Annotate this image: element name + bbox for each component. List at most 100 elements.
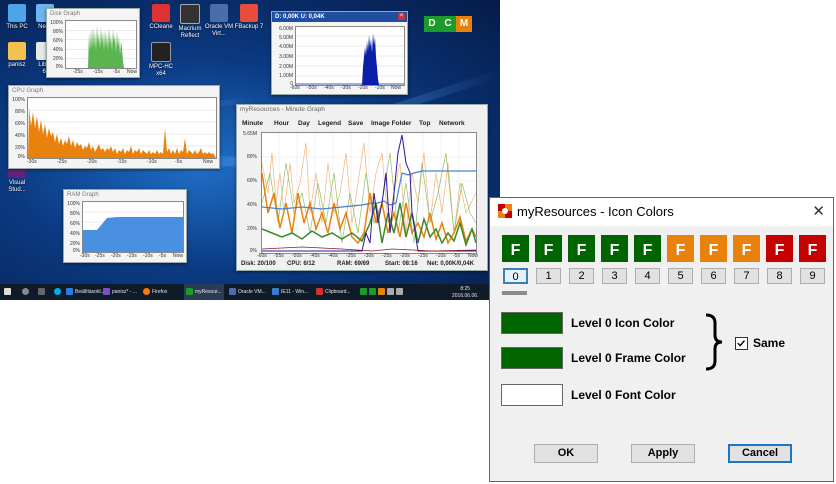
- taskbar-item-explorer[interactable]: panisz* - ...: [103, 284, 137, 300]
- menu-top[interactable]: Top: [419, 120, 430, 127]
- level-9-icon-preview: F: [799, 235, 826, 262]
- menu-image-folder[interactable]: Image Folder: [371, 120, 411, 127]
- menu-hour[interactable]: Hour: [274, 120, 289, 127]
- desktop-icon-mpc-hc[interactable]: MPC-HC x64: [144, 42, 178, 78]
- menu-legend[interactable]: Legend: [318, 120, 341, 127]
- menu-day[interactable]: Day: [298, 120, 310, 127]
- x-tick: Now: [391, 85, 402, 91]
- x-tick: -35s: [346, 253, 356, 259]
- tray-d-icon: [360, 288, 367, 296]
- y-tick: 4.00M: [279, 44, 293, 50]
- taskbar-item-settings[interactable]: Beállításokl...: [66, 284, 105, 300]
- taskbar: Beállításokl... panisz* - ... Firefox my…: [0, 284, 500, 300]
- x-tick: -30s: [364, 253, 374, 259]
- level-2-icon-preview: F: [568, 235, 595, 262]
- firefox-icon: [143, 288, 150, 296]
- checkmark-icon: [737, 340, 745, 347]
- y-tick: 100%: [67, 201, 80, 207]
- x-tick: -30s: [80, 253, 90, 259]
- taskbar-item-ie11[interactable]: IE11 - Win...: [272, 284, 308, 300]
- skype-icon: [54, 288, 61, 296]
- net-graph-window[interactable]: D: 0,00K U: 0,04K × 6.00M 5.00M 4.00M 3.…: [271, 11, 408, 95]
- level-1-button[interactable]: 1: [536, 268, 561, 284]
- cpu-graph-window[interactable]: CPU Graph 100% 80% 60% 40% 20% 0% -30s -…: [8, 85, 220, 169]
- selected-level-indicator: [502, 291, 527, 295]
- y-tick: 80%: [246, 154, 257, 160]
- net-graph-plot: [295, 26, 405, 86]
- dcm-d-icon[interactable]: D: [424, 16, 440, 32]
- icon-color-swatch[interactable]: [501, 312, 563, 334]
- x-tick: -10s: [147, 159, 157, 165]
- y-tick: 20%: [69, 241, 80, 247]
- x-tick: -25s: [95, 253, 105, 259]
- tray-m-icon: [378, 288, 385, 296]
- apply-button[interactable]: Apply: [631, 444, 695, 463]
- taskbar-item-virtualbox[interactable]: Oracle VM...: [229, 284, 266, 300]
- desktop-icon-fbackup[interactable]: FBackup 7: [232, 4, 266, 31]
- network-icon: [387, 288, 394, 296]
- level-1-icon-preview: F: [535, 235, 562, 262]
- level-7-button[interactable]: 7: [734, 268, 759, 284]
- x-tick: -30s: [341, 85, 351, 91]
- tray-icons[interactable]: [360, 284, 405, 300]
- level-4-icon-preview: F: [634, 235, 661, 262]
- cancel-button[interactable]: Cancel: [728, 444, 792, 463]
- taskbar-task-view[interactable]: [38, 284, 47, 300]
- x-tick: -5s: [113, 69, 120, 75]
- taskbar-skype[interactable]: [54, 284, 63, 300]
- ram-graph-window[interactable]: RAM Graph 100% 80% 60% 40% 20% 0% -30s -…: [63, 189, 187, 263]
- icon-color-label: Level 0 Icon Color: [571, 316, 675, 330]
- y-tick: 60%: [52, 38, 63, 44]
- macrium-icon: [180, 4, 200, 24]
- y-tick: 60%: [14, 121, 25, 127]
- cpu-graph-plot: [27, 97, 217, 159]
- taskbar-item-firefox[interactable]: Firefox: [143, 284, 167, 300]
- fbackup-icon: [240, 4, 258, 22]
- windows-icon: [4, 288, 11, 296]
- level-3-icon-preview: F: [601, 235, 628, 262]
- y-tick: 5.00M: [279, 35, 293, 41]
- close-icon[interactable]: ×: [398, 13, 405, 20]
- y-tick: 2.00M: [279, 64, 293, 70]
- taskbar-clock[interactable]: 8:25 2016.06.06.: [452, 286, 478, 300]
- y-tick: 60%: [246, 178, 257, 184]
- status-ram: RAM: 69/69: [337, 261, 370, 267]
- same-checkbox[interactable]: [735, 337, 748, 350]
- taskbar-item-clipboard[interactable]: Clipboard...: [316, 284, 351, 300]
- level-3-button[interactable]: 3: [602, 268, 627, 284]
- level-6-button[interactable]: 6: [701, 268, 726, 284]
- menu-minute[interactable]: Minute: [242, 120, 263, 127]
- desktop-icon-virtualbox[interactable]: Oracle VM Virt...: [202, 4, 236, 38]
- level-2-button[interactable]: 2: [569, 268, 594, 284]
- y-tick: 0%: [249, 248, 257, 254]
- level-0-button[interactable]: 0: [503, 268, 528, 284]
- ie-icon: [272, 288, 279, 296]
- taskbar-search[interactable]: [22, 284, 31, 300]
- dcm-m-icon[interactable]: M: [456, 16, 472, 32]
- icon-colors-dialog: myResources - Icon Colors ✕ FFFFFFFFFF 0…: [489, 197, 834, 482]
- frame-color-swatch[interactable]: [501, 347, 563, 369]
- brace-icon: [705, 313, 723, 371]
- x-tick: -45s: [310, 253, 320, 259]
- ok-button[interactable]: OK: [534, 444, 598, 463]
- dcm-c-icon[interactable]: C: [440, 16, 456, 32]
- level-5-button[interactable]: 5: [668, 268, 693, 284]
- minute-graph-window[interactable]: myResources - Minute Graph Minute Hour D…: [236, 104, 488, 271]
- folder-icon: [8, 42, 26, 60]
- taskbar-item-myresources[interactable]: myResour...: [184, 284, 224, 300]
- menu-network[interactable]: Network: [439, 120, 465, 127]
- x-tick: -15s: [418, 253, 428, 259]
- disk-graph-window[interactable]: Disk Graph 100% 80% 60% 40% 20% 0% -25s …: [46, 8, 140, 78]
- menu-save[interactable]: Save: [348, 120, 363, 127]
- level-8-button[interactable]: 8: [767, 268, 792, 284]
- level-9-button[interactable]: 9: [800, 268, 825, 284]
- x-tick: -55s: [274, 253, 284, 259]
- y-tick: 100%: [12, 97, 25, 103]
- start-button[interactable]: [4, 284, 13, 300]
- level-0-icon-preview: F: [502, 235, 529, 262]
- minute-graph-title: myResources - Minute Graph: [240, 106, 325, 113]
- level-4-button[interactable]: 4: [635, 268, 660, 284]
- disk-graph-title: Disk Graph: [50, 11, 81, 17]
- close-icon[interactable]: ✕: [812, 202, 825, 220]
- font-color-swatch[interactable]: [501, 384, 563, 406]
